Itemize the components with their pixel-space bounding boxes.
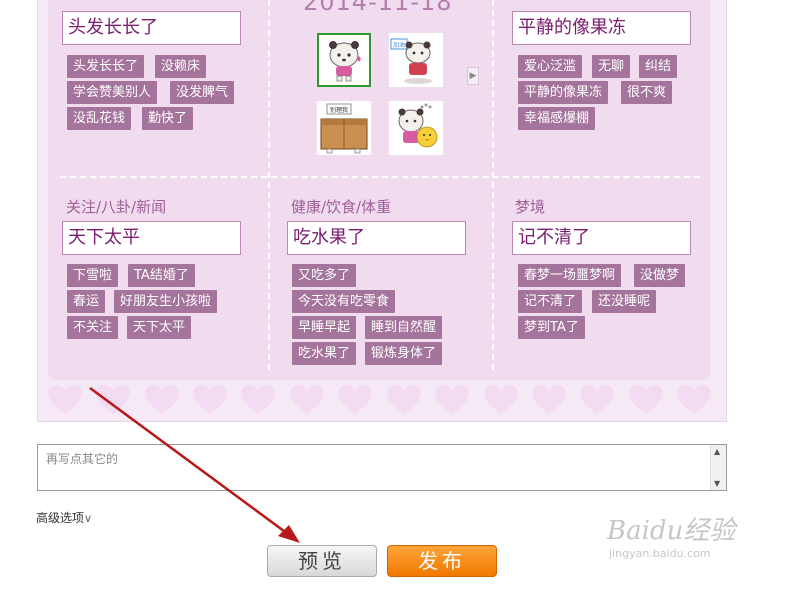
annotation-arrow-icon [89, 386, 300, 543]
